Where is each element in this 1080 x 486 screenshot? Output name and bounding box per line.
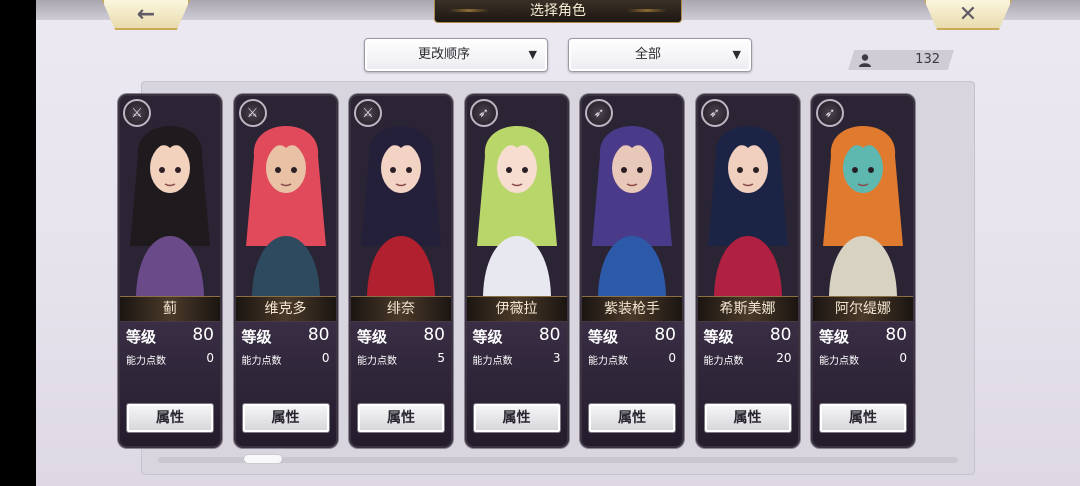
level-value: 80 bbox=[654, 325, 676, 345]
horizontal-scrollbar[interactable] bbox=[158, 455, 958, 463]
attributes-button[interactable]: 属性 bbox=[472, 403, 561, 433]
filter-dropdown-value: 全部 bbox=[634, 47, 661, 62]
character-count: 132 bbox=[915, 52, 940, 67]
character-name: 阿尔缇娜 bbox=[813, 296, 913, 322]
chevron-down-icon: ▼ bbox=[528, 48, 537, 61]
ability-points-value: 5 bbox=[437, 351, 445, 365]
level-label: 等级 bbox=[472, 328, 503, 346]
ability-points-value: 3 bbox=[552, 351, 561, 365]
ability-points-label: 能力点数 bbox=[588, 356, 628, 367]
ability-points-value: 0 bbox=[206, 351, 214, 365]
character-stats: 等级 80 能力点数 5 属性 bbox=[351, 321, 451, 446]
weapon-class-icon: ⚔ bbox=[238, 99, 267, 127]
character-name: 希斯美娜 bbox=[697, 296, 798, 322]
weapon-class-icon: ➶ bbox=[816, 99, 844, 127]
level-label: 等级 bbox=[241, 328, 272, 346]
ability-points-label: 能力点数 bbox=[819, 356, 859, 367]
attributes-button[interactable]: 属性 bbox=[357, 403, 445, 433]
level-value: 80 bbox=[423, 325, 445, 345]
weapon-class-icon: ➶ bbox=[585, 99, 613, 127]
attributes-button[interactable]: 属性 bbox=[126, 403, 214, 433]
sort-dropdown[interactable]: 更改顺序 ▼ bbox=[364, 38, 548, 72]
character-stats: 等级 80 能力点数 0 属性 bbox=[582, 321, 682, 446]
ability-points-label: 能力点数 bbox=[472, 356, 513, 367]
character-stats: 等级 80 能力点数 20 属性 bbox=[697, 321, 798, 446]
weapon-class-icon: ⚔ bbox=[123, 99, 151, 127]
level-value: 80 bbox=[538, 325, 561, 345]
ability-points-label: 能力点数 bbox=[703, 356, 744, 367]
back-button[interactable]: ← bbox=[102, 0, 190, 30]
character-card[interactable]: ➶ 希斯美娜 等级 80 能力点数 20 属性 bbox=[697, 96, 798, 446]
level-value: 80 bbox=[885, 325, 907, 345]
character-card[interactable]: ⚔ 绯奈 等级 80 能力点数 5 属性 bbox=[351, 96, 451, 446]
character-stats: 等级 80 能力点数 3 属性 bbox=[466, 321, 567, 446]
character-count-box: 132 bbox=[848, 50, 954, 70]
character-card[interactable]: ➶ 伊薇拉 等级 80 能力点数 3 属性 bbox=[466, 96, 567, 446]
level-label: 等级 bbox=[126, 328, 157, 346]
attributes-button[interactable]: 属性 bbox=[241, 403, 330, 433]
attributes-button[interactable]: 属性 bbox=[588, 403, 676, 433]
character-name: 紫装枪手 bbox=[582, 296, 682, 322]
ability-points-value: 0 bbox=[321, 351, 330, 365]
ability-points-label: 能力点数 bbox=[357, 356, 397, 367]
character-name: 蓟 bbox=[120, 296, 220, 322]
character-card[interactable]: ➶ 阿尔缇娜 等级 80 能力点数 0 属性 bbox=[813, 96, 913, 446]
filter-dropdown[interactable]: 全部 ▼ bbox=[568, 38, 752, 72]
weapon-class-icon: ➶ bbox=[469, 99, 498, 127]
character-card[interactable]: ⚔ 维克多 等级 80 能力点数 0 属性 bbox=[235, 96, 336, 446]
character-card-list: ⚔ 蓟 等级 80 能力点数 0 属性 ⚔ 维克多 等级 80 能力点数 0 属… bbox=[120, 96, 940, 446]
chevron-down-icon: ▼ bbox=[732, 48, 741, 61]
ability-points-value: 20 bbox=[776, 351, 792, 365]
level-label: 等级 bbox=[819, 328, 850, 346]
ability-points-label: 能力点数 bbox=[241, 356, 282, 367]
level-label: 等级 bbox=[357, 328, 388, 346]
ability-points-value: 0 bbox=[668, 351, 676, 365]
character-stats: 等级 80 能力点数 0 属性 bbox=[235, 321, 336, 446]
title-ornament-left bbox=[449, 9, 489, 12]
level-label: 等级 bbox=[588, 328, 619, 346]
screen-title: 选择角色 bbox=[530, 3, 586, 19]
character-name: 绯奈 bbox=[351, 296, 451, 322]
level-value: 80 bbox=[192, 325, 214, 345]
ability-points-label: 能力点数 bbox=[126, 356, 166, 367]
title-ornament-right bbox=[627, 9, 667, 12]
person-icon bbox=[859, 54, 871, 67]
level-value: 80 bbox=[769, 325, 792, 345]
character-name: 维克多 bbox=[235, 296, 336, 322]
character-stats: 等级 80 能力点数 0 属性 bbox=[120, 321, 220, 446]
weapon-class-icon: ⚔ bbox=[354, 99, 382, 127]
screen-title-bar: 选择角色 bbox=[434, 0, 682, 23]
close-icon: ✕ bbox=[958, 1, 978, 27]
weapon-class-icon: ➶ bbox=[700, 99, 729, 127]
ability-points-value: 0 bbox=[899, 351, 907, 365]
scrollbar-thumb[interactable] bbox=[244, 455, 282, 463]
character-stats: 等级 80 能力点数 0 属性 bbox=[813, 321, 913, 446]
character-card[interactable]: ⚔ 蓟 等级 80 能力点数 0 属性 bbox=[120, 96, 220, 446]
sort-dropdown-value: 更改顺序 bbox=[417, 47, 470, 62]
level-label: 等级 bbox=[703, 328, 734, 346]
character-card[interactable]: ➶ 紫装枪手 等级 80 能力点数 0 属性 bbox=[582, 96, 682, 446]
back-arrow-icon: ← bbox=[136, 1, 156, 27]
attributes-button[interactable]: 属性 bbox=[819, 403, 907, 433]
close-button[interactable]: ✕ bbox=[924, 0, 1012, 30]
level-value: 80 bbox=[307, 325, 330, 345]
attributes-button[interactable]: 属性 bbox=[703, 403, 792, 433]
character-name: 伊薇拉 bbox=[466, 296, 567, 322]
